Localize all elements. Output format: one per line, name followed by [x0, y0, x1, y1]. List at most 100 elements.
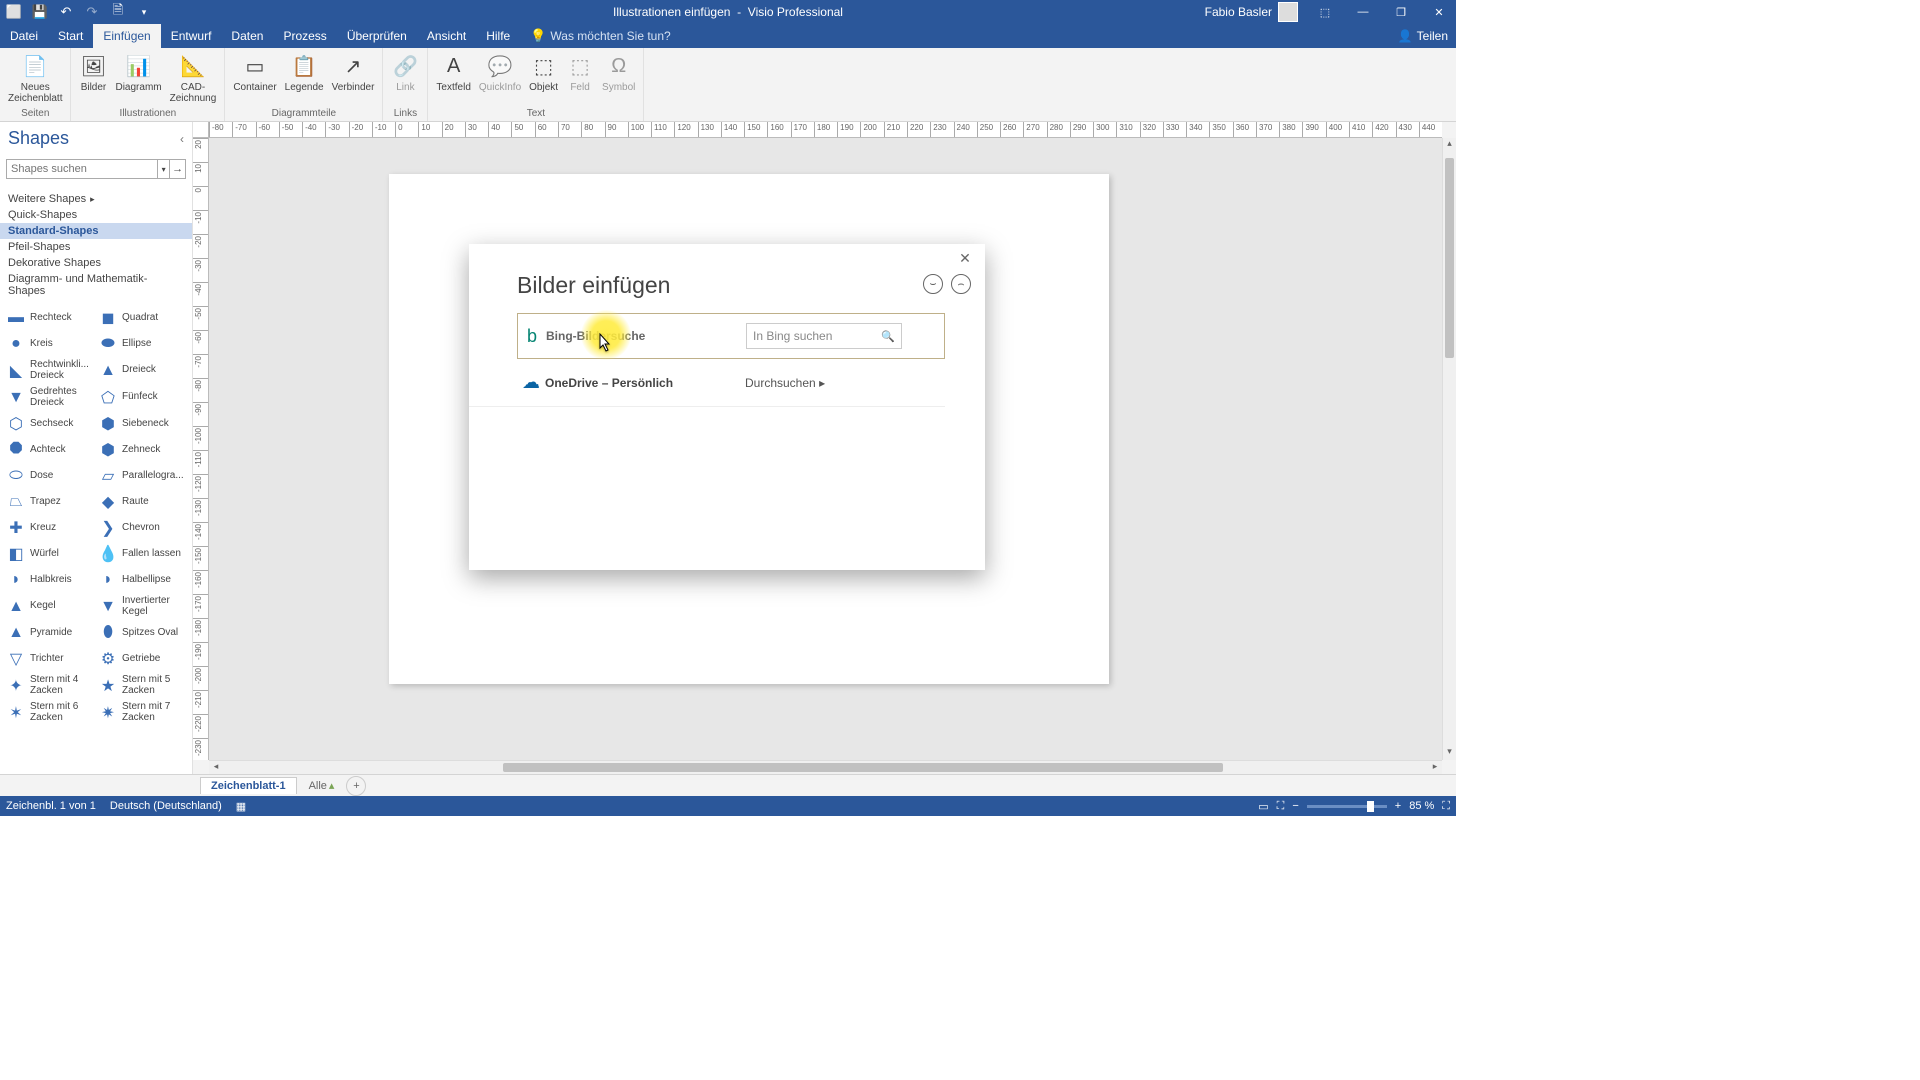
shape-item[interactable]: ◆Raute — [96, 489, 188, 515]
shape-item[interactable]: ⬢Zehneck — [96, 437, 188, 463]
menu-tab-einfügen[interactable]: Einfügen — [93, 24, 160, 48]
shape-item[interactable]: ▲Dreieck — [96, 357, 188, 384]
sheet-all-dropdown[interactable]: Alle ▴ — [301, 777, 343, 794]
shape-category[interactable]: Weitere Shapes ▸ — [0, 191, 192, 207]
dialog-close-button[interactable]: ✕ — [955, 250, 975, 270]
menu-tab-datei[interactable]: Datei — [0, 24, 48, 48]
shape-item[interactable]: ⬡Sechseck — [4, 411, 96, 437]
scroll-right-icon[interactable]: ▸ — [1428, 761, 1442, 774]
menu-tab-prozess[interactable]: Prozess — [273, 24, 336, 48]
shape-item[interactable]: ▲Kegel — [4, 593, 96, 620]
zoom-level[interactable]: 85 % — [1409, 800, 1434, 812]
shape-item[interactable]: ◗Halbkreis — [4, 567, 96, 593]
fit-page-icon[interactable]: ⛶ — [1442, 800, 1450, 813]
onedrive-row[interactable]: ☁ OneDrive – Persönlich Durchsuchen ▸ — [469, 359, 945, 407]
shape-item[interactable]: ▱Parallelogra... — [96, 463, 188, 489]
shape-item[interactable]: ⚙Getriebe — [96, 646, 188, 672]
menu-tab-entwurf[interactable]: Entwurf — [161, 24, 222, 48]
add-sheet-button[interactable]: + — [346, 776, 366, 796]
ribbon-textfeld[interactable]: ATextfeld — [432, 50, 474, 107]
shape-item[interactable]: ⬠Fünfeck — [96, 384, 188, 411]
scroll-thumb-h[interactable] — [503, 763, 1223, 772]
save-icon[interactable]: 💾 — [30, 2, 50, 22]
ribbon-diagramm[interactable]: 📊Diagramm — [111, 50, 165, 107]
search-go-icon[interactable]: → — [170, 159, 186, 179]
ribbon-options-icon[interactable]: ⬚ — [1308, 0, 1342, 24]
presentation-mode-icon[interactable]: ▭ — [1258, 800, 1268, 813]
shape-item[interactable]: ★Stern mit 5Zacken — [96, 672, 188, 699]
scroll-thumb-v[interactable] — [1445, 158, 1454, 358]
zoom-slider[interactable] — [1307, 805, 1387, 808]
horizontal-scrollbar[interactable]: ◂ ▸ — [209, 760, 1442, 774]
ribbon-objekt[interactable]: ⬚Objekt — [525, 50, 562, 107]
ribbon-verbinder[interactable]: ↗Verbinder — [328, 50, 379, 107]
menu-tab-ansicht[interactable]: Ansicht — [417, 24, 476, 48]
share-button[interactable]: 👤 Teilen — [1398, 24, 1448, 48]
shape-item[interactable]: ⬮Spitzes Oval — [96, 620, 188, 646]
shape-item[interactable]: ▼InvertierterKegel — [96, 593, 188, 620]
ribbon-neues-zeichenblatt[interactable]: 📄NeuesZeichenblatt — [4, 50, 66, 107]
shapes-search-input[interactable] — [6, 159, 158, 179]
shape-item[interactable]: ◼Quadrat — [96, 305, 188, 331]
shape-item[interactable]: 💧Fallen lassen — [96, 541, 188, 567]
shape-item[interactable]: ▽Trichter — [4, 646, 96, 672]
browse-link[interactable]: Durchsuchen ▸ — [745, 376, 825, 390]
shape-item[interactable]: ⯃Achteck — [4, 437, 96, 463]
scroll-up-icon[interactable]: ▴ — [1443, 138, 1456, 152]
shape-item[interactable]: ⏢Trapez — [4, 489, 96, 515]
close-icon[interactable]: ✕ — [1422, 0, 1456, 24]
menu-tab-start[interactable]: Start — [48, 24, 93, 48]
sheet-tab-active[interactable]: Zeichenblatt-1 — [200, 777, 297, 794]
zoom-out-icon[interactable]: − — [1292, 800, 1298, 812]
shape-item[interactable]: ▼GedrehtesDreieck — [4, 384, 96, 411]
fit-width-icon[interactable]: ⛶ — [1277, 800, 1285, 813]
undo-icon[interactable]: ↶ — [56, 2, 76, 22]
scroll-down-icon[interactable]: ▾ — [1443, 746, 1456, 760]
macro-record-icon[interactable]: ▦ — [236, 800, 246, 813]
shape-item[interactable]: ✷Stern mit 7Zacken — [96, 699, 188, 726]
shape-item[interactable]: ◣Rechtwinkli...Dreieck — [4, 357, 96, 384]
collapse-panel-icon[interactable]: ‹ — [180, 132, 184, 146]
shape-item[interactable]: ⬬Ellipse — [96, 331, 188, 357]
shape-item[interactable]: ❯Chevron — [96, 515, 188, 541]
user-account[interactable]: Fabio Basler — [1205, 2, 1298, 22]
shape-item[interactable]: ⬢Siebeneck — [96, 411, 188, 437]
shape-item[interactable]: ◧Würfel — [4, 541, 96, 567]
shape-category[interactable]: Dekorative Shapes — [0, 255, 192, 271]
search-dropdown-icon[interactable]: ▾ — [158, 159, 170, 179]
ribbon-cad--zeichnung[interactable]: 📐CAD-Zeichnung — [166, 50, 221, 107]
minimize-icon[interactable]: — — [1346, 0, 1380, 24]
menu-tab-daten[interactable]: Daten — [221, 24, 273, 48]
ribbon-container[interactable]: ▭Container — [229, 50, 280, 107]
shape-item[interactable]: ⬭Dose — [4, 463, 96, 489]
shape-item[interactable]: ▬Rechteck — [4, 305, 96, 331]
shape-category[interactable]: Diagramm- und Mathematik-Shapes — [0, 271, 192, 299]
menu-tab-hilfe[interactable]: Hilfe — [476, 24, 520, 48]
vertical-scrollbar[interactable]: ▴ ▾ — [1442, 138, 1456, 760]
bing-image-search-row[interactable]: b Bing-Bildersuche In Bing suchen 🔍 — [517, 313, 945, 359]
shape-category[interactable]: Quick-Shapes — [0, 207, 192, 223]
shape-item[interactable]: ✦Stern mit 4Zacken — [4, 672, 96, 699]
bing-search-input[interactable]: In Bing suchen 🔍 — [746, 323, 902, 349]
menu-tab-überprüfen[interactable]: Überprüfen — [337, 24, 417, 48]
zoom-in-icon[interactable]: + — [1395, 800, 1401, 812]
feedback-sad-icon[interactable]: ⌢ — [951, 274, 971, 294]
redo-icon[interactable]: ↷ — [82, 2, 102, 22]
feedback-happy-icon[interactable]: ⌣ — [923, 274, 943, 294]
new-doc-icon[interactable]: 🗎 — [108, 2, 128, 22]
ribbon-legende[interactable]: 📋Legende — [281, 50, 328, 107]
shape-item[interactable]: ◗Halbellipse — [96, 567, 188, 593]
qat-dropdown-icon[interactable]: ▾ — [134, 2, 154, 22]
ribbon-bilder[interactable]: 🖼Bilder — [75, 50, 111, 107]
tell-me-search[interactable]: 💡 Was möchten Sie tun? — [530, 24, 670, 48]
language-status[interactable]: Deutsch (Deutschland) — [110, 800, 222, 813]
autosave-icon[interactable]: ⬜ — [4, 2, 24, 22]
shape-item[interactable]: ▲Pyramide — [4, 620, 96, 646]
maximize-icon[interactable]: ❐ — [1384, 0, 1418, 24]
shape-item[interactable]: ✶Stern mit 6Zacken — [4, 699, 96, 726]
shape-category[interactable]: Standard-Shapes — [0, 223, 192, 239]
shape-item[interactable]: ●Kreis — [4, 331, 96, 357]
shape-item[interactable]: ✚Kreuz — [4, 515, 96, 541]
shape-category[interactable]: Pfeil-Shapes — [0, 239, 192, 255]
scroll-left-icon[interactable]: ◂ — [209, 761, 223, 774]
